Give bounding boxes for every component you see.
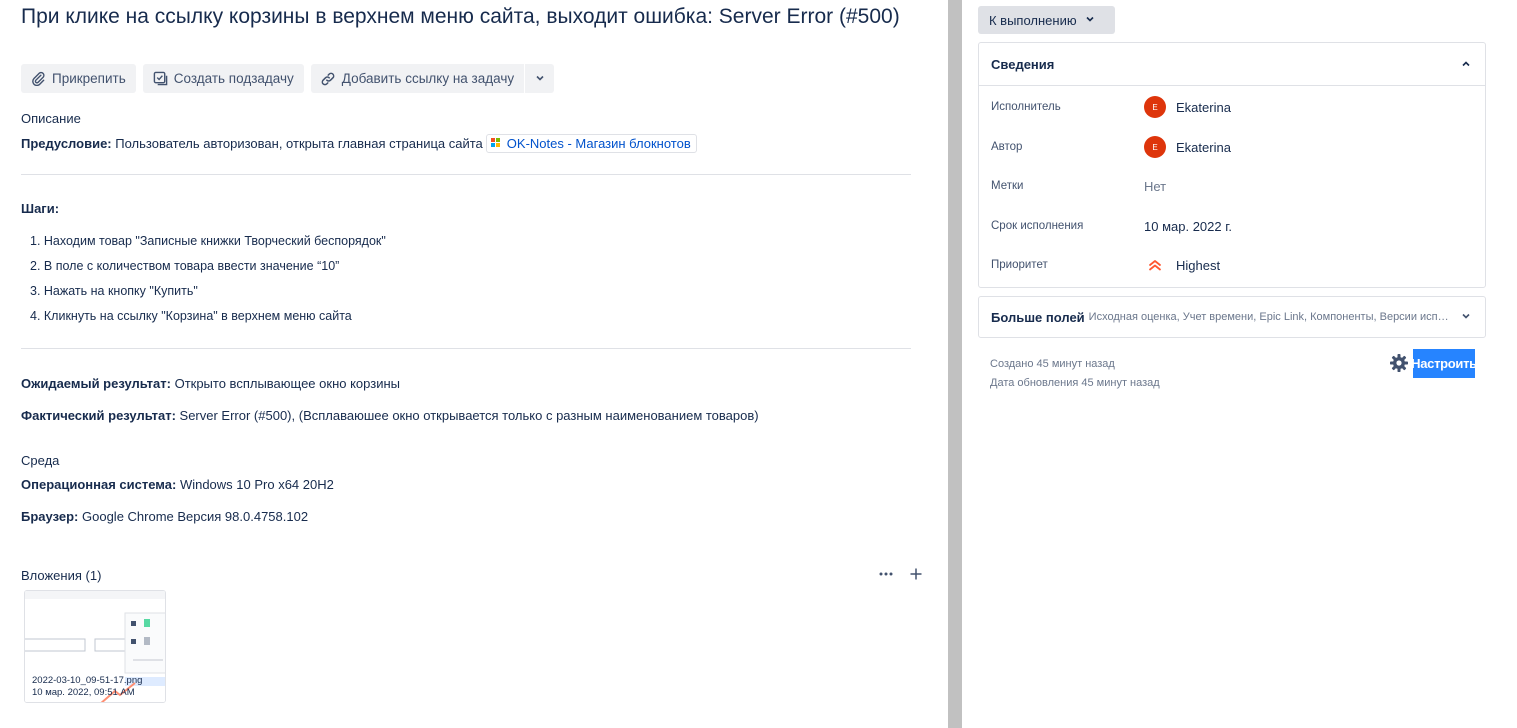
avatar: E xyxy=(1144,136,1166,158)
step-item: 2. В поле с количеством товара ввести зн… xyxy=(30,259,340,273)
assignee-name: Ekaterina xyxy=(1176,99,1231,115)
precondition-line: Предусловие: Пользователь авторизован, о… xyxy=(21,133,697,153)
details-panel: Сведения Исполнитель E Ekaterina Автор E… xyxy=(978,42,1486,288)
status-label: К выполнению xyxy=(989,12,1077,28)
browser-line: Браузер: Google Chrome Версия 98.0.4758.… xyxy=(21,509,308,524)
details-panel-header[interactable]: Сведения xyxy=(979,43,1485,86)
issue-title[interactable]: При клике на ссылку корзины в верхнем ме… xyxy=(21,5,901,29)
field-label: Приоритет xyxy=(991,259,1048,271)
field-priority: Приоритет Highest xyxy=(991,254,1220,276)
issue-toolbar: Прикрепить Создать подзадачу Добавить сс… xyxy=(21,64,555,93)
gear-icon[interactable] xyxy=(1389,353,1409,373)
due-date-value[interactable]: 10 мар. 2022 г. xyxy=(1144,219,1232,234)
os-value: Windows 10 Pro x64 20H2 xyxy=(179,477,334,492)
step-item: 4. Кликнуть на ссылку "Корзина" в верхне… xyxy=(30,309,352,323)
steps-label: Шаги: xyxy=(21,201,60,216)
details-heading: Сведения xyxy=(991,56,1055,72)
expected-text: Открыто всплывающее окно корзины xyxy=(174,376,400,391)
field-label: Исполнитель xyxy=(991,101,1061,113)
add-attachment-icon[interactable] xyxy=(908,566,924,587)
field-assignee: Исполнитель E Ekaterina xyxy=(991,96,1231,118)
field-label: Метки xyxy=(991,180,1024,192)
priority-name: Highest xyxy=(1176,257,1221,273)
field-due-date: Срок исполнения 10 мар. 2022 г. xyxy=(991,215,1232,237)
divider xyxy=(21,348,911,349)
labels-value[interactable]: Нет xyxy=(1144,179,1166,194)
reporter-value[interactable]: E Ekaterina xyxy=(1144,136,1231,158)
timestamps: Создано 45 минут назад Дата обновления 4… xyxy=(990,355,1160,393)
created-text: Создано 45 минут назад xyxy=(990,358,1115,370)
avatar: E xyxy=(1144,96,1166,118)
attach-button[interactable]: Прикрепить xyxy=(21,64,136,93)
field-label: Автор xyxy=(991,141,1023,153)
issue-main-panel: При клике на ссылку корзины в верхнем ме… xyxy=(0,0,948,728)
create-subtask-button[interactable]: Создать подзадачу xyxy=(142,64,304,93)
attachments-controls xyxy=(878,566,924,587)
create-subtask-label: Создать подзадачу xyxy=(173,71,294,86)
subtask-icon xyxy=(152,70,169,87)
priority-value[interactable]: Highest xyxy=(1144,257,1220,273)
os-label: Операционная система: xyxy=(21,477,177,492)
more-actions-button[interactable] xyxy=(525,64,555,93)
attachments-heading: Вложения (1) xyxy=(21,568,102,583)
chevron-down-icon xyxy=(1461,311,1471,324)
paperclip-icon xyxy=(30,70,47,87)
attach-button-label: Прикрепить xyxy=(52,71,126,86)
panel-resize-divider[interactable] xyxy=(948,0,962,728)
more-options-icon[interactable] xyxy=(878,566,894,587)
actual-label: Фактический результат: xyxy=(21,408,176,423)
precondition-text: Пользователь авторизован, открыта главна… xyxy=(115,135,483,151)
configure-button[interactable]: Настроить xyxy=(1411,349,1477,378)
assignee-value[interactable]: E Ekaterina xyxy=(1144,96,1231,118)
expected-result: Ожидаемый результат: Открыто всплывающее… xyxy=(21,376,400,391)
chevron-up-icon[interactable] xyxy=(1461,57,1471,72)
actual-result: Фактический результат: Server Error (#50… xyxy=(21,408,759,423)
field-label: Срок исполнения xyxy=(991,220,1084,232)
more-fields-label: Больше полей xyxy=(991,309,1085,325)
add-issue-link-label: Добавить ссылку на задачу xyxy=(341,71,515,86)
field-reporter: Автор E Ekaterina xyxy=(991,136,1231,158)
divider xyxy=(21,174,911,175)
updated-text: Дата обновления 45 минут назад xyxy=(990,377,1160,389)
environment-heading: Среда xyxy=(21,453,60,468)
attachment-card[interactable]: 2022-03-10_09-51-17.png 10 мар. 2022, 09… xyxy=(24,590,166,703)
status-dropdown-button[interactable]: К выполнению xyxy=(978,6,1115,34)
priority-highest-icon xyxy=(1144,257,1166,273)
site-favicon-icon xyxy=(490,138,501,148)
browser-label: Браузер: xyxy=(21,509,79,524)
os-line: Операционная система: Windows 10 Pro x64… xyxy=(21,477,334,492)
expected-label: Ожидаемый результат: xyxy=(21,376,171,391)
step-item: 1. Находим товар "Записные книжки Творче… xyxy=(30,234,386,248)
chevron-down-icon xyxy=(535,71,545,86)
reporter-name: Ekaterina xyxy=(1176,139,1231,155)
chevron-down-icon xyxy=(1085,14,1095,27)
precondition-label: Предусловие: xyxy=(21,135,112,151)
more-fields-panel[interactable]: Больше полей Исходная оценка, Учет време… xyxy=(978,296,1486,338)
attachment-meta: 2022-03-10_09-51-17.png 10 мар. 2022, 09… xyxy=(32,675,142,699)
smart-link[interactable]: OK-Notes - Магазин блокнотов xyxy=(485,133,697,153)
add-issue-link-button[interactable]: Добавить ссылку на задачу xyxy=(310,64,525,93)
attachment-date: 10 мар. 2022, 09:51 AM xyxy=(32,687,135,698)
attachment-filename: 2022-03-10_09-51-17.png xyxy=(32,675,143,686)
step-item: 3. Нажать на кнопку "Купить" xyxy=(30,284,198,298)
smart-link-text: OK-Notes - Магазин блокнотов xyxy=(506,135,691,151)
more-fields-summary: Исходная оценка, Учет времени, Epic Link… xyxy=(1088,311,1453,323)
actual-text: Server Error (#500), (Всплаваюшее окно о… xyxy=(179,408,759,423)
field-labels: Метки Нет xyxy=(991,175,1166,197)
link-icon xyxy=(320,70,337,87)
description-heading: Описание xyxy=(21,111,81,126)
browser-value: Google Chrome Версия 98.0.4758.102 xyxy=(82,509,309,524)
